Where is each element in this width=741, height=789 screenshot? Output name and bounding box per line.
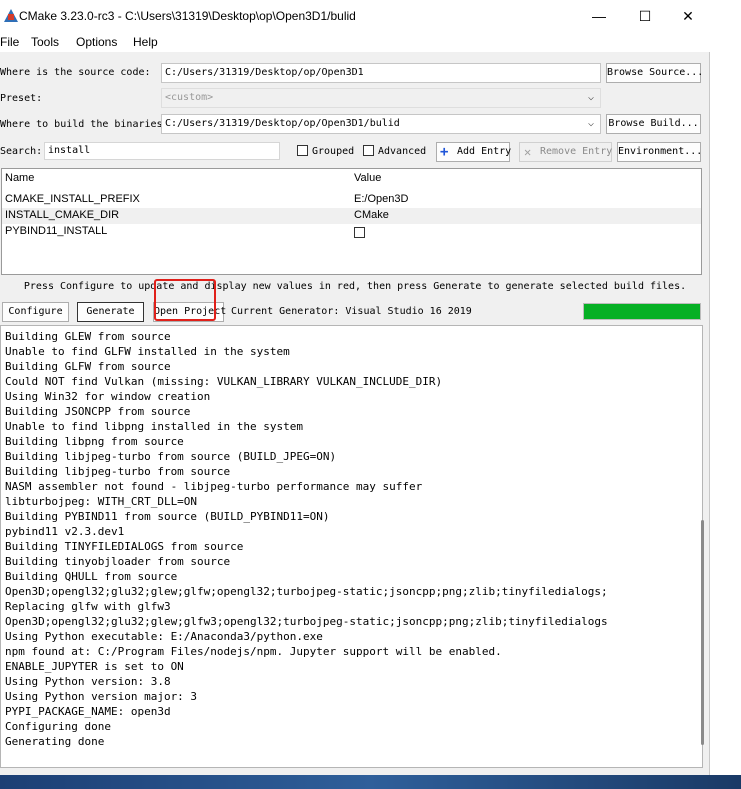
log-line: Replacing glfw with glfw3 [5,600,171,613]
cache-table: Name Value CMAKE_INSTALL_PREFIX E:/Open3… [1,168,702,275]
build-label: Where to build the binaries: [0,119,169,130]
title-bar[interactable]: CMake 3.23.0-rc3 - C:\Users\31319\Deskto… [0,0,710,32]
header-value: Value [354,172,382,184]
table-header: Name Value [2,169,701,187]
desktop-background [0,775,741,789]
table-row[interactable]: INSTALL_CMAKE_DIR CMake [2,208,701,224]
cmake-window: CMake 3.23.0-rc3 - C:\Users\31319\Deskto… [0,0,710,775]
search-label: Search: [0,146,43,157]
log-line: Building GLFW from source [5,360,171,373]
browse-build-button[interactable]: Browse Build... [606,114,701,134]
grouped-checkbox[interactable] [297,145,308,156]
log-line: Could NOT find Vulkan (missing: VULKAN_L… [5,375,443,388]
advanced-label: Advanced [378,146,427,157]
log-line: NASM assembler not found - libjpeg-turbo… [5,480,423,493]
minimize-button[interactable]: — [576,0,622,32]
log-line: libturbojpeg: WITH_CRT_DLL=ON [5,495,198,508]
menu-file[interactable]: File [0,35,19,49]
log-line: Unable to find GLFW installed in the sys… [5,345,290,358]
log-line: Unable to find libpng installed in the s… [5,420,304,433]
build-path-dropdown[interactable]: C:/Users/31319/Desktop/op/Open3D1/bulid … [161,114,601,134]
log-line: Building QHULL from source [5,570,178,583]
log-line: Building TINYFILEDIALOGS from source [5,540,244,553]
menu-help[interactable]: Help [133,35,158,49]
source-label: Where is the source code: [0,67,151,78]
log-line: Open3D;opengl32;glu32;glew;glfw3;opengl3… [5,615,608,628]
log-line: ENABLE_JUPYTER is set to ON [5,660,184,673]
row-value[interactable]: CMake [354,209,389,221]
menu-options[interactable]: Options [76,35,117,49]
window-title: CMake 3.23.0-rc3 - C:\Users\31319\Deskto… [19,9,356,23]
chevron-down-icon: ⌵ [587,118,594,129]
menu-bar: File Tools Options Help [0,32,710,52]
log-line: Building GLEW from source [5,330,171,343]
environment-button[interactable]: Environment... [617,142,702,162]
log-line: Open3D;opengl32;glu32;glew;glfw;opengl32… [5,585,608,598]
advanced-checkbox[interactable] [363,145,374,156]
log-line: Building libjpeg-turbo from source (BUIL… [5,450,337,463]
close-button[interactable]: ✕ [665,0,711,32]
remove-entry-button[interactable]: ✕ Remove Entry [519,142,612,162]
generate-button[interactable]: Generate [77,302,144,322]
preset-label: Preset: [0,93,43,104]
row-value[interactable]: E:/Open3D [354,193,408,205]
plus-icon: + [440,144,449,160]
preset-dropdown[interactable]: <custom> ⌵ [161,88,601,108]
add-entry-button[interactable]: + Add Entry [436,142,512,162]
row-name: CMAKE_INSTALL_PREFIX [5,193,140,205]
log-line: Using Python version major: 3 [5,690,198,703]
cmake-logo-icon [4,9,18,22]
log-line: PYPI_PACKAGE_NAME: open3d [5,705,171,718]
output-scrollbar[interactable] [701,520,704,745]
log-line: Using Python executable: E:/Anaconda3/py… [5,630,323,643]
status-message: Press Configure to update and display ne… [23,281,687,292]
log-line: Building libjpeg-turbo from source [5,465,231,478]
log-line: Generating done [5,735,105,748]
log-line: Configuring done [5,720,111,733]
add-entry-label: Add Entry [457,146,512,157]
browse-source-button[interactable]: Browse Source... [606,63,703,83]
progress-fill [584,304,700,319]
output-log[interactable]: Building GLEW from source Unable to find … [0,325,703,768]
remove-x-icon: ✕ [524,145,532,159]
log-line: Building JSONCPP from source [5,405,191,418]
row-name: PYBIND11_INSTALL [5,225,108,237]
build-path-value: C:/Users/31319/Desktop/op/Open3D1/bulid [165,118,400,129]
configure-button[interactable]: Configure [2,302,69,322]
highlight-annotation-box [154,279,216,321]
background-area [710,0,741,775]
log-line: pybind11 v2.3.dev1 [5,525,125,538]
log-line: Using Win32 for window creation [5,390,211,403]
table-row[interactable]: CMAKE_INSTALL_PREFIX E:/Open3D [2,192,701,208]
maximize-button[interactable]: ☐ [622,0,668,32]
row-name: INSTALL_CMAKE_DIR [5,209,120,221]
log-line: npm found at: C:/Program Files/nodejs/np… [5,645,502,658]
log-line: Using Python version: 3.8 [5,675,171,688]
progress-bar [583,303,701,320]
log-line: Building libpng from source [5,435,184,448]
chevron-down-icon: ⌵ [587,92,594,103]
source-path-field[interactable]: C:/Users/31319/Desktop/op/Open3D1 [161,63,601,83]
remove-entry-label: Remove Entry [540,146,613,157]
pybind11-install-checkbox[interactable] [354,227,365,238]
header-name: Name [5,172,35,184]
current-generator-label: Current Generator: Visual Studio 16 2019 [231,306,472,317]
grouped-label: Grouped [312,146,355,157]
log-line: Building tinyobjloader from source [5,555,231,568]
preset-value: <custom> [165,92,214,103]
menu-tools[interactable]: Tools [31,35,59,49]
table-row[interactable]: PYBIND11_INSTALL [2,224,701,240]
log-line: Building PYBIND11 from source (BUILD_PYB… [5,510,330,523]
search-input[interactable]: install [44,142,280,160]
